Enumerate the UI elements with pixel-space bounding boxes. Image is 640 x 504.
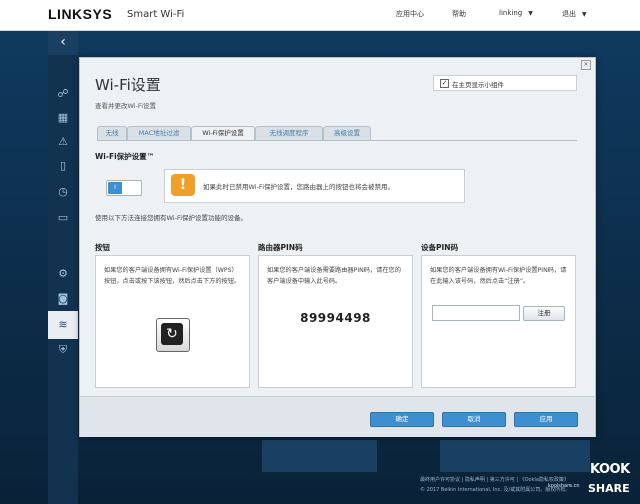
network-map-icon[interactable]: ☍ [55, 86, 71, 102]
brand-logo: LINKSYS [48, 6, 113, 22]
show-widget-option[interactable]: ✓ 在主页显示小组件 [433, 75, 577, 91]
wps-heading: Wi-Fi保护设置™ [95, 152, 155, 161]
top-bar: LINKSYS Smart Wi-Fi 应用中心 帮助 linking ▼ 退出 ▼ [0, 0, 640, 31]
camera-icon[interactable]: ◙ [55, 291, 71, 307]
user-name: linking [499, 9, 523, 17]
device-pin-text: 如果您的客户端设备拥有Wi-Fi保护设置PIN码，请在此输入该号码，然后点击“注… [430, 267, 567, 285]
show-widget-label: 在主页显示小组件 [452, 81, 504, 89]
background-panel [262, 440, 377, 472]
button-method-text: 如果您的客户端设备拥有Wi-Fi保护设置（WPS）按钮，点击或按下该按钮，然后点… [104, 267, 241, 285]
devices-icon[interactable]: ▯ [55, 158, 71, 174]
speedtest-icon[interactable]: ▭ [55, 210, 71, 226]
close-icon[interactable]: × [581, 60, 591, 70]
nav-app-center[interactable]: 应用中心 [396, 9, 424, 19]
user-menu[interactable]: linking ▼ [499, 9, 533, 17]
logout-label: 退出 [562, 10, 576, 18]
warning-text: 如果此时已禁用Wi-Fi保护设置，您路由器上的按钮也将会被禁用。 [203, 183, 395, 191]
watermark-top: KOOK [590, 462, 630, 477]
device-pin-input[interactable] [432, 305, 520, 321]
back-arrow-icon[interactable]: ‹ [48, 31, 78, 55]
background-panel [440, 440, 590, 472]
caret-down-icon: ▼ [582, 11, 587, 18]
watermark-logo: KOOK SHARE [586, 458, 640, 504]
apply-button[interactable]: 应用 [514, 412, 578, 427]
router-pin-panel: 如果您的客户端设备需要路由器PIN码，请在您的客户端设备中输入此号码。 8999… [258, 255, 413, 388]
settings-gear-icon[interactable]: ⚙ [55, 266, 71, 282]
dialog-subtitle: 查看并更改Wi-Fi设置 [95, 102, 157, 110]
tab-wireless[interactable]: 无线 [97, 126, 127, 140]
clock-icon[interactable]: ◷ [55, 184, 71, 200]
cancel-button[interactable]: 取消 [442, 412, 506, 427]
toggle-knob: I [108, 182, 122, 194]
watermark-bottom: SHARE [588, 482, 630, 495]
wps-toggle[interactable]: I [106, 180, 142, 196]
button-method-panel: 如果您的客户端设备拥有Wi-Fi保护设置（WPS）按钮，点击或按下该按钮，然后点… [95, 255, 250, 388]
register-button[interactable]: 注册 [523, 306, 565, 321]
warning-box: ! 如果此时已禁用Wi-Fi保护设置，您路由器上的按钮也将会被禁用。 [164, 169, 465, 203]
dialog-title: Wi-Fi设置 [95, 76, 161, 94]
security-shield-icon[interactable]: ⛨ [55, 342, 71, 358]
tab-advanced[interactable]: 高级设置 [323, 126, 371, 140]
alert-icon[interactable]: ⚠ [55, 134, 71, 150]
wps-arrows-icon: ↻ [161, 323, 183, 345]
wifi-settings-dialog: × Wi-Fi设置 查看并更改Wi-Fi设置 ✓ 在主页显示小组件 无线 MAC… [79, 57, 596, 437]
exclamation-icon: ! [171, 174, 195, 196]
wps-push-button[interactable]: ↻ [156, 318, 190, 352]
ok-button[interactable]: 确定 [370, 412, 434, 427]
tab-wps[interactable]: Wi-Fi保护设置 [191, 126, 255, 141]
tab-divider [97, 140, 577, 141]
device-pin-panel: 如果您的客户端设备拥有Wi-Fi保护设置PIN码，请在此输入该号码，然后点击“注… [421, 255, 576, 388]
watermark-url: koolshare.cn [548, 483, 580, 489]
logout-menu[interactable]: 退出 ▼ [562, 9, 587, 19]
brand-subtitle: Smart Wi-Fi [127, 9, 185, 20]
router-pin-value: 89994498 [300, 311, 371, 325]
tab-mac-filter[interactable]: MAC地址过滤 [127, 126, 191, 140]
wifi-icon[interactable]: ≋ [48, 311, 78, 339]
tab-wireless-scheduler[interactable]: 无线调度程序 [255, 126, 323, 140]
device-pin-heading: 设备PIN码 [421, 243, 459, 252]
nav-help[interactable]: 帮助 [452, 9, 466, 19]
button-method-heading: 按钮 [95, 243, 110, 252]
instructions-text: 使用以下方法连接您拥有Wi-Fi保护设置功能的设备。 [95, 214, 248, 222]
router-pin-heading: 路由器PIN码 [258, 243, 303, 252]
router-pin-text: 如果您的客户端设备需要路由器PIN码，请在您的客户端设备中输入此号码。 [267, 267, 401, 285]
footer-links[interactable]: 最终用户许可协议 | 隐私声明 | 第三方许可 | 《Ookla隐私权政策》 [420, 476, 570, 483]
show-widget-checkbox[interactable]: ✓ [440, 79, 449, 88]
calendar-icon[interactable]: ▦ [55, 110, 71, 126]
dialog-footer: 确定 取消 应用 [80, 396, 595, 437]
caret-down-icon: ▼ [528, 10, 533, 17]
